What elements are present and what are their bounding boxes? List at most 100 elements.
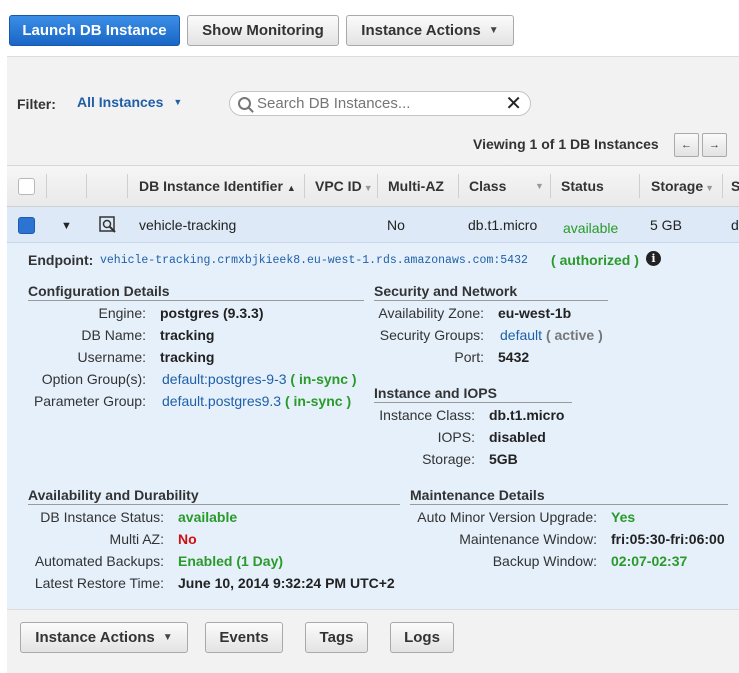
footer-actions-label: Instance Actions [35, 629, 155, 646]
endpoint-status-value: authorized [559, 252, 631, 268]
paren-close: ) [342, 393, 352, 409]
maintenance-window-value: fri:05:30-fri:06:00 [611, 531, 725, 547]
parameter-group-value: default.postgres9.3 ( in-sync ) [162, 393, 351, 409]
endpoint-status: ( authorized ) [551, 252, 639, 268]
security-group-status: active [554, 327, 595, 343]
endpoint-value: vehicle-tracking.crmxbjkieek8.eu-west-1.… [100, 254, 528, 267]
column-header-multiaz[interactable]: Multi-AZ [388, 178, 444, 194]
instance-actions-button[interactable]: Instance Actions ▼ [346, 15, 514, 46]
sort-ascending-icon: ▲ [286, 183, 296, 193]
instance-status-text: available [178, 509, 238, 525]
column-divider [458, 174, 459, 198]
security-network-title: Security and Network [374, 283, 608, 301]
paren-open: ( [545, 327, 555, 343]
chevron-down-icon: ▼ [488, 25, 499, 36]
instance-filter-select[interactable]: All Instances ▼ [77, 94, 182, 110]
minor-upgrade-text: Yes [611, 509, 636, 525]
paren-open: ( [284, 393, 294, 409]
sort-icon: ▼ [535, 181, 544, 191]
backup-window-value: 02:07-02:37 [611, 553, 687, 569]
column-header-cut[interactable]: S [731, 178, 739, 194]
instance-class-value: db.t1.micro [489, 407, 565, 423]
az-label: Availability Zone: [378, 305, 484, 321]
column-header-class[interactable]: Class [469, 178, 506, 194]
prev-page-button[interactable]: ← [674, 133, 699, 157]
sort-icon: ▼ [363, 183, 373, 193]
column-header-storage[interactable]: Storage ▼ [651, 178, 714, 194]
maintenance-details-title: Maintenance Details [410, 487, 728, 505]
column-divider [127, 174, 128, 198]
availability-durability-title: Availability and Durability [28, 487, 400, 505]
endpoint-link[interactable]: vehicle-tracking.crmxbjkieek8.eu-west-1.… [100, 254, 528, 267]
username-label: Username: [77, 349, 146, 365]
parameter-group-status: in-sync [293, 393, 343, 409]
endpoint-label: Endpoint: [28, 252, 94, 268]
cell-status: available [563, 220, 619, 236]
events-button[interactable]: Events [205, 622, 283, 653]
filter-label: Filter: [17, 96, 56, 112]
row-checkbox[interactable] [18, 217, 35, 234]
column-divider [722, 174, 723, 198]
column-divider [377, 174, 378, 198]
clear-icon[interactable]: ✕ [505, 94, 522, 114]
logs-button[interactable]: Logs [390, 622, 454, 653]
launch-label: Launch DB Instance [22, 22, 167, 39]
paren-open: ( [551, 252, 560, 268]
parameter-group-link[interactable]: default.postgres9.3 [162, 393, 281, 409]
cell-cut: d [731, 217, 739, 233]
column-divider [639, 174, 640, 198]
launch-db-instance-button[interactable]: Launch DB Instance [9, 15, 180, 46]
select-all-checkbox[interactable] [18, 178, 35, 195]
column-label: Multi-AZ [388, 178, 444, 194]
search-input[interactable] [257, 95, 497, 112]
logs-label: Logs [404, 629, 440, 646]
multiaz-text: No [178, 531, 197, 547]
engine-label: Engine: [98, 305, 146, 321]
security-groups-label: Security Groups: [379, 327, 484, 343]
magnify-icon[interactable] [99, 216, 117, 237]
instance-status-label: DB Instance Status: [40, 509, 164, 525]
collapse-toggle-icon[interactable]: ▼ [61, 220, 72, 232]
backups-label: Automated Backups: [34, 553, 164, 569]
column-label: S [731, 178, 739, 194]
arrow-right-icon: → [709, 139, 720, 151]
column-label: Storage [651, 178, 704, 194]
column-label: Class [469, 178, 507, 194]
column-header-status[interactable]: Status [561, 178, 604, 194]
column-header-vpc[interactable]: VPC ID ▼ [315, 178, 373, 194]
port-label: Port: [454, 349, 484, 365]
monitoring-label: Show Monitoring [202, 22, 324, 39]
instance-status-value: available [178, 509, 237, 525]
paren-close: ) [348, 371, 357, 387]
option-group-link[interactable]: default:postgres-9-3 [162, 371, 287, 387]
footer-instance-actions-button[interactable]: Instance Actions ▼ [20, 622, 188, 653]
chevron-down-icon: ▼ [162, 632, 173, 643]
cell-class: db.t1.micro [468, 217, 538, 233]
minor-upgrade-label: Auto Minor Version Upgrade: [417, 509, 597, 525]
filter-value: All Instances [77, 94, 164, 110]
column-header-identifier[interactable]: DB Instance Identifier ▲ [139, 178, 296, 194]
search-box[interactable]: ✕ [229, 91, 531, 116]
chevron-down-icon: ▼ [173, 97, 183, 107]
username-value: tracking [160, 349, 215, 365]
info-icon[interactable]: i [646, 251, 661, 266]
viewing-count: Viewing 1 of 1 DB Instances [473, 136, 659, 152]
backups-text: Enabled (1 Day) [178, 553, 284, 569]
iops-value: disabled [489, 429, 546, 445]
column-divider [86, 174, 87, 198]
next-page-button[interactable]: → [702, 133, 727, 157]
backups-value: Enabled (1 Day) [178, 553, 283, 569]
arrow-left-icon: ← [681, 139, 692, 151]
engine-value: postgres (9.3.3) [160, 305, 264, 321]
cell-identifier: vehicle-tracking [139, 217, 237, 233]
instance-class-label: Instance Class: [379, 407, 475, 423]
az-value: eu-west-1b [498, 305, 572, 321]
option-group-status: in-sync [298, 371, 348, 387]
show-monitoring-button[interactable]: Show Monitoring [187, 15, 339, 46]
security-group-link[interactable]: default [500, 327, 542, 343]
sort-icon: ▼ [705, 183, 715, 193]
column-label: DB Instance Identifier [139, 178, 283, 194]
tags-button[interactable]: Tags [305, 622, 368, 653]
search-icon [238, 97, 251, 110]
minor-upgrade-value: Yes [611, 509, 635, 525]
